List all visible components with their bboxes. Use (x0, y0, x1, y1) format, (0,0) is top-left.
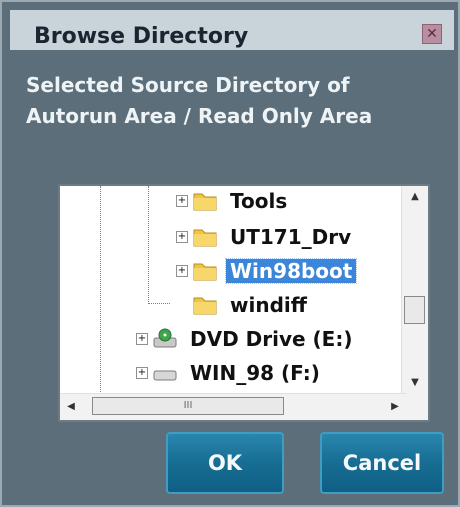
tree-item-windiff[interactable]: windiff (192, 288, 311, 322)
tree-item-label: windiff (230, 293, 307, 317)
tree-view-content: + Tools + UT171_Drv + Win98boot windiff … (60, 186, 406, 394)
folder-icon (192, 260, 218, 282)
cancel-button[interactable]: Cancel (320, 432, 444, 494)
folder-icon (192, 294, 218, 316)
tree-item-label: DVD Drive (E:) (190, 327, 353, 351)
title-bar: Browse Directory ✕ (10, 10, 454, 50)
browse-directory-dialog: Browse Directory ✕ Selected Source Direc… (0, 0, 460, 507)
scroll-down-icon[interactable]: ▼ (402, 372, 428, 394)
expand-icon[interactable]: + (176, 195, 188, 207)
tree-guide-line (100, 186, 101, 394)
tree-item-tools[interactable]: + Tools (176, 186, 291, 218)
tree-item-label: Win98boot (224, 258, 358, 284)
tree-item-label: WIN_98 (F:) (190, 361, 320, 385)
tree-guide-line (148, 186, 149, 304)
vertical-scrollbar[interactable]: ▲ ▼ (401, 186, 428, 394)
ok-button[interactable]: OK (166, 432, 284, 494)
vertical-scroll-thumb[interactable] (404, 296, 425, 324)
scrollbar-corner (402, 394, 428, 420)
dialog-title: Browse Directory (34, 24, 249, 49)
dvd-drive-icon (152, 328, 178, 350)
folder-icon (192, 190, 218, 212)
tree-item-label: UT171_Drv (230, 225, 352, 249)
expand-icon[interactable]: + (136, 333, 148, 345)
expand-icon[interactable]: + (176, 231, 188, 243)
scroll-left-icon[interactable]: ◀ (60, 394, 82, 420)
close-icon[interactable]: ✕ (422, 24, 442, 44)
expand-icon[interactable]: + (136, 367, 148, 379)
tree-item-ut171-drv[interactable]: + UT171_Drv (176, 220, 355, 254)
drive-icon (152, 362, 178, 384)
tree-item-label: Tools (230, 189, 288, 213)
tree-guide-line (148, 303, 170, 304)
horizontal-scroll-thumb[interactable]: III (92, 397, 284, 415)
tree-item-win98boot[interactable]: + Win98boot (176, 254, 358, 288)
scroll-up-icon[interactable]: ▲ (402, 186, 428, 208)
tree-item-win98-drive[interactable]: + WIN_98 (F:) (136, 356, 324, 390)
expand-icon[interactable]: + (176, 265, 188, 277)
horizontal-scrollbar[interactable]: ◀ III ▶ (60, 393, 406, 420)
directory-tree[interactable]: + Tools + UT171_Drv + Win98boot windiff … (58, 184, 430, 422)
folder-icon (192, 226, 218, 248)
dialog-description: Selected Source Directory of Autorun Are… (26, 73, 373, 128)
tree-item-dvd-drive[interactable]: + DVD Drive (E:) (136, 322, 356, 356)
